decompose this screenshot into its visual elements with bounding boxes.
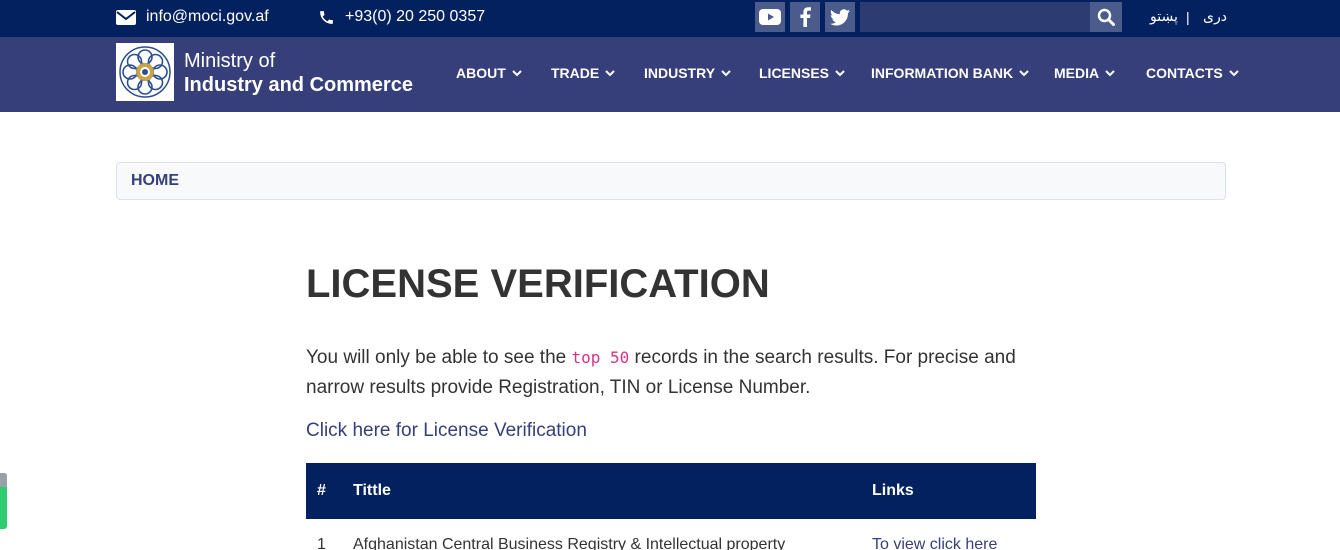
license-verification-link[interactable]: Click here for License Verification xyxy=(306,420,587,442)
row-number: 1 xyxy=(317,536,326,550)
breadcrumb-home-link[interactable]: HOME xyxy=(131,172,179,190)
phone-contact[interactable]: +93(0) 20 250 0357 xyxy=(318,0,485,34)
breadcrumb: HOME xyxy=(116,162,1226,200)
side-scroll-widget[interactable] xyxy=(0,473,7,529)
nav-item-industry[interactable]: INDUSTRY xyxy=(644,37,731,109)
table-row: 1 Afghanistan Central Business Registry … xyxy=(306,519,1036,550)
page-title: LICENSE VERIFICATION xyxy=(306,262,770,306)
envelope-icon xyxy=(116,9,136,25)
chevron-down-icon xyxy=(1229,69,1239,76)
intro-code: top 50 xyxy=(571,348,630,367)
search-input[interactable] xyxy=(860,2,1090,32)
chevron-down-icon xyxy=(1019,69,1029,76)
top-bar: info@moci.gov.af +93(0) 20 250 0357 پښتو… xyxy=(0,0,1340,37)
youtube-button[interactable] xyxy=(755,2,785,32)
youtube-icon xyxy=(759,9,781,25)
chevron-down-icon xyxy=(605,69,615,76)
email-text: info@moci.gov.af xyxy=(146,8,269,25)
twitter-button[interactable] xyxy=(825,2,855,32)
language-pashto-link[interactable]: پښتو xyxy=(1150,0,1178,34)
search-button[interactable] xyxy=(1090,2,1122,32)
nav-item-licenses[interactable]: LICENSES xyxy=(759,37,845,109)
brand-name[interactable]: Ministry of Industry and Commerce xyxy=(184,49,413,97)
nav-item-trade[interactable]: TRADE xyxy=(551,37,615,109)
ministry-emblem-icon xyxy=(119,46,171,98)
chevron-down-icon xyxy=(1105,69,1115,76)
row-title: Afghanistan Central Business Registry & … xyxy=(353,536,786,550)
email-contact[interactable]: info@moci.gov.af xyxy=(116,0,269,34)
chevron-down-icon xyxy=(835,69,845,76)
language-dari-link[interactable]: دری xyxy=(1203,0,1227,34)
nav-item-information-bank[interactable]: INFORMATION BANK xyxy=(871,37,1029,109)
nav-item-label: CONTACTS xyxy=(1146,65,1223,81)
phone-icon xyxy=(320,10,333,24)
table-header: # Tittle Links xyxy=(306,463,1036,519)
column-header-links: Links xyxy=(872,482,914,499)
twitter-icon xyxy=(830,8,850,25)
search-icon xyxy=(1097,8,1115,26)
chevron-down-icon xyxy=(721,69,731,76)
nav-item-media[interactable]: MEDIA xyxy=(1054,37,1115,109)
intro-text-before: You will only be able to see the xyxy=(306,347,572,368)
nav-item-label: LICENSES xyxy=(759,65,830,81)
facebook-icon xyxy=(800,7,811,27)
row-view-link[interactable]: To view click here xyxy=(872,536,997,550)
nav-item-about[interactable]: ABOUT xyxy=(456,37,522,109)
nav-item-label: INDUSTRY xyxy=(644,65,716,81)
language-separator: | xyxy=(1186,9,1190,25)
main-navbar: Ministry of Industry and Commerce ABOUT … xyxy=(0,37,1340,112)
intro-paragraph: You will only be able to see the top 50 … xyxy=(306,343,1026,403)
column-header-title: Tittle xyxy=(353,482,391,499)
ministry-logo[interactable] xyxy=(116,43,174,101)
facebook-button[interactable] xyxy=(790,2,820,32)
nav-item-label: INFORMATION BANK xyxy=(871,65,1014,81)
column-header-number: # xyxy=(317,482,326,499)
nav-item-label: TRADE xyxy=(551,65,600,81)
brand-line-1: Ministry of xyxy=(184,50,276,72)
phone-text: +93(0) 20 250 0357 xyxy=(345,8,486,25)
chevron-down-icon xyxy=(512,69,522,76)
nav-item-label: ABOUT xyxy=(456,65,506,81)
nav-item-label: MEDIA xyxy=(1054,65,1100,81)
nav-item-contacts[interactable]: CONTACTS xyxy=(1146,37,1239,109)
brand-line-2: Industry and Commerce xyxy=(184,74,413,96)
